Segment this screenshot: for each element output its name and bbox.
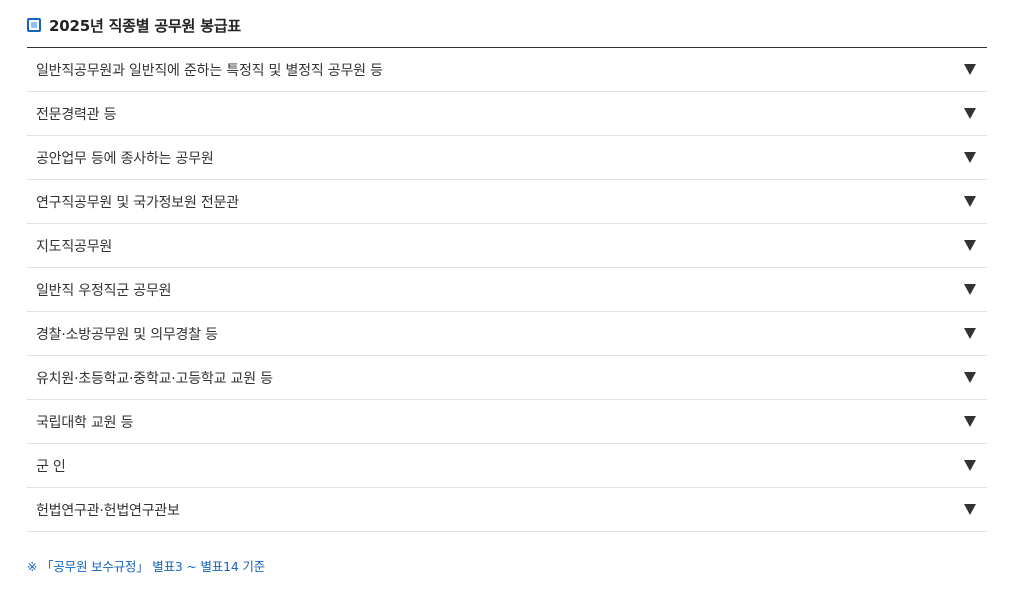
accordion-item-general-officials[interactable]: 일반직공무원과 일반직에 준하는 특정직 및 별정직 공무원 등 — [27, 48, 987, 92]
source-footnote: ※ 「공무원 보수규정」 별표3 ~ 별표14 기준 — [27, 559, 265, 574]
triangle-down-icon[interactable] — [964, 240, 976, 251]
triangle-down-icon[interactable] — [964, 460, 976, 471]
triangle-down-icon[interactable] — [964, 64, 976, 75]
accordion-item-university-faculty[interactable]: 국립대학 교원 등 — [27, 400, 987, 444]
accordion-item-military[interactable]: 군 인 — [27, 444, 987, 488]
accordion-item-label: 경찰·소방공무원 및 의무경찰 등 — [36, 326, 218, 343]
accordion-item-public-security[interactable]: 공안업무 등에 종사하는 공무원 — [27, 136, 987, 180]
salary-table-accordion: 일반직공무원과 일반직에 준하는 특정직 및 별정직 공무원 등 전문경력관 등… — [27, 47, 987, 532]
accordion-item-label: 군 인 — [36, 458, 66, 475]
accordion-item-police-fire[interactable]: 경찰·소방공무원 및 의무경찰 등 — [27, 312, 987, 356]
triangle-down-icon[interactable] — [964, 196, 976, 207]
accordion-item-label: 지도직공무원 — [36, 238, 113, 255]
accordion-item-label: 일반직공무원과 일반직에 준하는 특정직 및 별정직 공무원 등 — [36, 62, 383, 79]
accordion-item-label: 전문경력관 등 — [36, 106, 117, 123]
accordion-item-research-officials[interactable]: 연구직공무원 및 국가정보원 전문관 — [27, 180, 987, 224]
accordion-item-label: 공안업무 등에 종사하는 공무원 — [36, 150, 214, 167]
accordion-item-constitutional-researchers[interactable]: 헌법연구관·헌법연구관보 — [27, 488, 987, 532]
accordion-item-expert-officials[interactable]: 전문경력관 등 — [27, 92, 987, 136]
accordion-item-school-teachers[interactable]: 유치원·초등학교·중학교·고등학교 교원 등 — [27, 356, 987, 400]
accordion-item-label: 국립대학 교원 등 — [36, 414, 134, 431]
triangle-down-icon[interactable] — [964, 372, 976, 383]
accordion-item-label: 유치원·초등학교·중학교·고등학교 교원 등 — [36, 370, 273, 387]
accordion-item-label: 연구직공무원 및 국가정보원 전문관 — [36, 194, 239, 211]
checkbox-square-icon — [27, 18, 41, 32]
accordion-item-label: 헌법연구관·헌법연구관보 — [36, 502, 180, 519]
accordion-item-guidance-officials[interactable]: 지도직공무원 — [27, 224, 987, 268]
accordion-item-label: 일반직 우정직군 공무원 — [36, 282, 172, 299]
accordion-item-postal-officials[interactable]: 일반직 우정직군 공무원 — [27, 268, 987, 312]
section-title: 2025년 직종별 공무원 봉급표 — [49, 16, 242, 35]
triangle-down-icon[interactable] — [964, 416, 976, 427]
triangle-down-icon[interactable] — [964, 504, 976, 515]
triangle-down-icon[interactable] — [964, 284, 976, 295]
section-header: 2025년 직종별 공무원 봉급표 — [27, 12, 987, 38]
triangle-down-icon[interactable] — [964, 108, 976, 119]
triangle-down-icon[interactable] — [964, 328, 976, 339]
triangle-down-icon[interactable] — [964, 152, 976, 163]
